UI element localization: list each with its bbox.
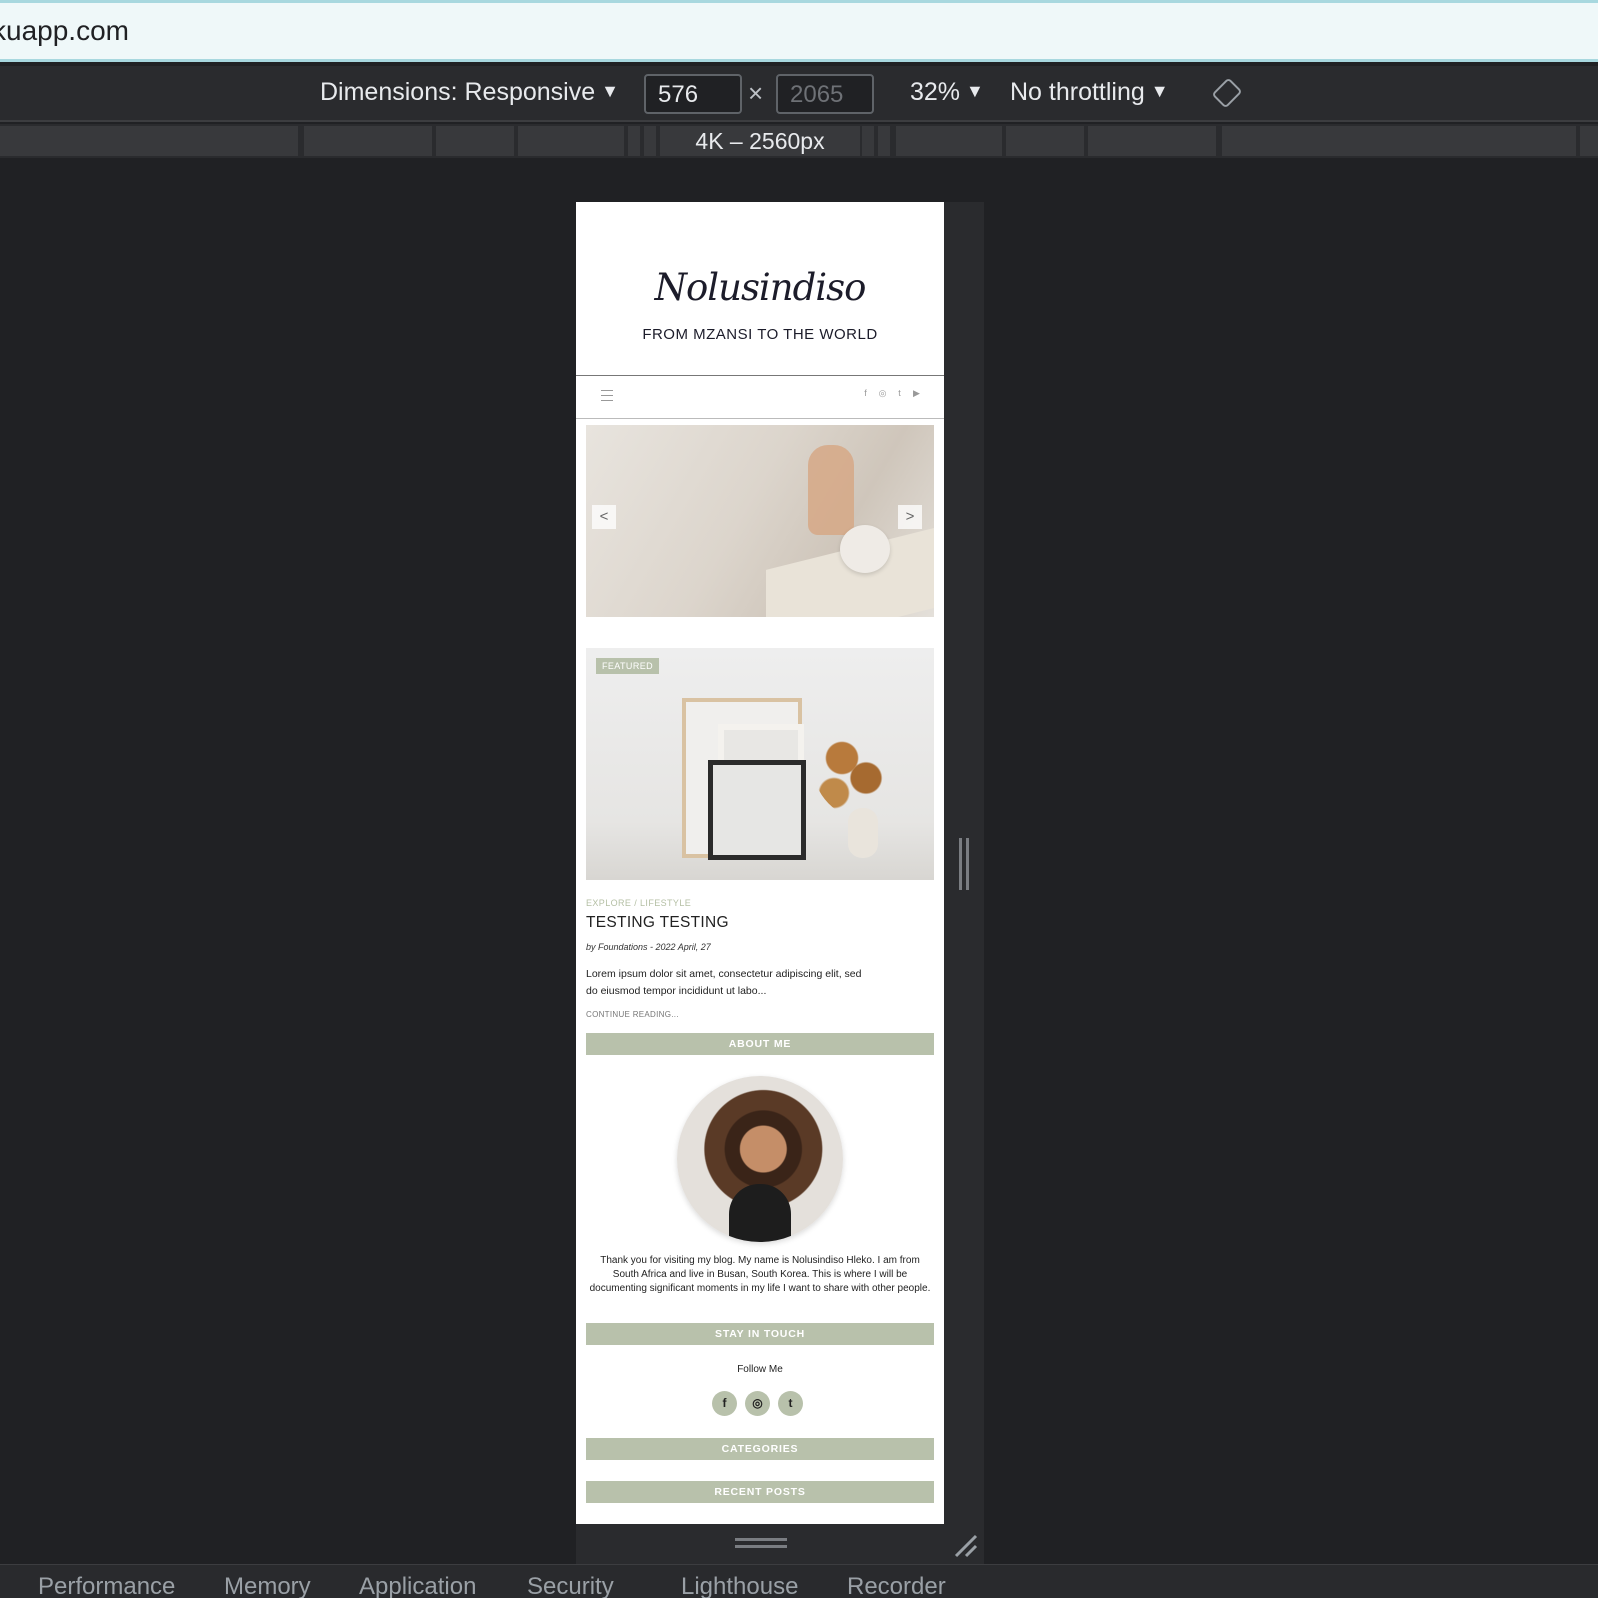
breakpoint-4k[interactable]: 4K – 2560px [660, 126, 860, 156]
resize-gutter-bottom[interactable] [576, 1524, 984, 1564]
resize-corner-icon[interactable] [952, 1532, 980, 1560]
tab-security[interactable]: Security [527, 1573, 614, 1598]
breakpoint-segment[interactable] [0, 126, 298, 156]
hero-slider[interactable]: < > [586, 425, 934, 617]
categories-heading: CATEGORIES [586, 1438, 934, 1460]
featured-badge: FEATURED [596, 658, 660, 674]
post-category[interactable]: EXPLORE / LIFESTYLE [586, 898, 691, 908]
address-bar[interactable]: kuapp.com [0, 0, 1598, 62]
about-me-heading: ABOUT ME [586, 1033, 934, 1055]
slider-prev-button[interactable]: < [592, 505, 616, 529]
avatar-detail [729, 1184, 791, 1242]
rotate-icon[interactable] [1212, 78, 1242, 108]
breakpoint-segment[interactable] [304, 126, 432, 156]
hamburger-menu-icon[interactable] [601, 390, 613, 401]
follow-social-links: f ◎ t [712, 1391, 803, 1416]
zoom-label: 32% [910, 78, 961, 106]
youtube-icon[interactable]: ▶ [911, 388, 922, 399]
zoom-dropdown[interactable]: 32% ▼ [910, 78, 984, 107]
breakpoint-segment[interactable] [1088, 126, 1216, 156]
tab-performance[interactable]: Performance [38, 1573, 175, 1598]
facebook-icon[interactable]: f [860, 388, 871, 399]
throttling-dropdown[interactable]: No throttling ▼ [1010, 78, 1169, 107]
chevron-down-icon: ▼ [1150, 81, 1169, 101]
twitter-icon[interactable]: t [894, 388, 905, 399]
follow-me-label: Follow Me [737, 1364, 783, 1375]
nav-social-links: f ◎ t ▶ [860, 388, 922, 399]
post-meta: by Foundations - 2022 April, 27 [586, 942, 711, 952]
width-input[interactable]: 576 [644, 74, 742, 114]
blog-title[interactable]: Nolusindiso [576, 266, 944, 309]
height-input[interactable]: 2065 [776, 74, 874, 114]
breakpoint-segment[interactable] [436, 126, 514, 156]
stay-in-touch-heading: STAY IN TOUCH [586, 1323, 934, 1345]
resize-gutter-right[interactable] [944, 202, 984, 1524]
instagram-icon[interactable]: ◎ [877, 388, 888, 399]
chevron-down-icon: ▼ [966, 81, 984, 101]
dimensions-label: Dimensions: Responsive [320, 78, 596, 106]
times-icon: × [748, 78, 764, 108]
tab-lighthouse[interactable]: Lighthouse [681, 1573, 798, 1598]
featured-post-image[interactable]: FEATURED [586, 648, 934, 880]
chevron-down-icon: ▼ [601, 81, 619, 101]
tab-application[interactable]: Application [359, 1573, 476, 1598]
emulated-page: Nolusindiso FROM MZANSI TO THE WORLD f ◎… [576, 202, 944, 1524]
image-frame [708, 760, 806, 860]
breakpoint-segment[interactable] [628, 126, 640, 156]
blog-tagline: FROM MZANSI TO THE WORLD [642, 326, 878, 343]
breakpoint-segment[interactable] [1222, 126, 1576, 156]
facebook-icon[interactable]: f [712, 1391, 737, 1416]
breakpoint-segment[interactable] [518, 126, 624, 156]
breakpoint-segment[interactable] [644, 126, 656, 156]
slider-image-candle [840, 525, 890, 573]
author-avatar [677, 1076, 843, 1242]
continue-reading-link[interactable]: CONTINUE READING... [586, 1010, 679, 1019]
breakpoint-segment[interactable] [862, 126, 874, 156]
url-text[interactable]: kuapp.com [0, 15, 129, 47]
tab-memory[interactable]: Memory [224, 1573, 311, 1598]
slider-image-vase [808, 445, 854, 535]
devtools-tab-bar: Performance Memory Application Security … [0, 1564, 1598, 1598]
site-nav: f ◎ t ▶ [576, 375, 944, 419]
breakpoint-segment[interactable] [1580, 126, 1598, 156]
breakpoint-segment[interactable] [896, 126, 1002, 156]
breakpoint-ruler: 4K – 2560px [0, 124, 1598, 158]
post-excerpt: Lorem ipsum dolor sit amet, consectetur … [586, 968, 862, 997]
resize-grip-icon[interactable] [735, 1538, 787, 1548]
resize-grip-icon[interactable] [959, 838, 969, 890]
about-text: Thank you for visiting my blog. My name … [589, 1255, 931, 1294]
twitter-icon[interactable]: t [778, 1391, 803, 1416]
tab-recorder[interactable]: Recorder [847, 1573, 946, 1598]
device-toolbar: Dimensions: Responsive ▼ 576 × 2065 32% ▼ … [0, 66, 1598, 122]
recent-posts-heading: RECENT POSTS [586, 1481, 934, 1503]
throttling-label: No throttling [1010, 78, 1145, 106]
breakpoint-segment[interactable] [878, 126, 890, 156]
breakpoint-segment[interactable] [1006, 126, 1084, 156]
post-title[interactable]: TESTING TESTING [586, 914, 729, 932]
slider-next-button[interactable]: > [898, 505, 922, 529]
image-plant [810, 718, 890, 818]
instagram-icon[interactable]: ◎ [745, 1391, 770, 1416]
dimensions-dropdown[interactable]: Dimensions: Responsive ▼ [320, 78, 619, 107]
image-vase [848, 808, 878, 858]
